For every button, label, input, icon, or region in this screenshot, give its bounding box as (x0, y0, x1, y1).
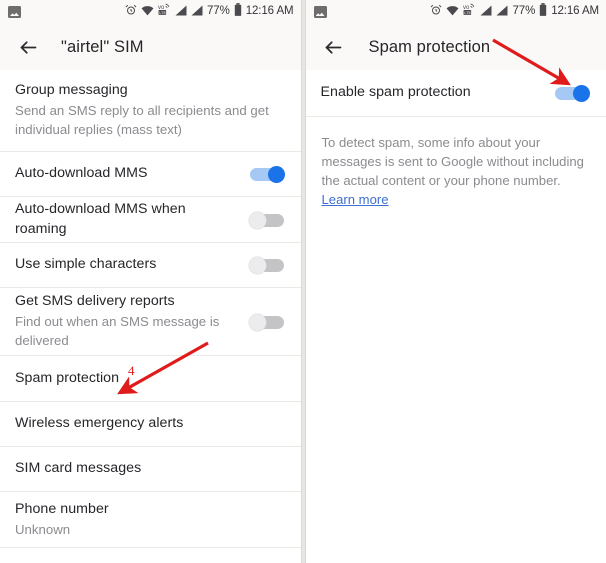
wifi-icon (446, 3, 459, 21)
status-bar-notifications (313, 6, 327, 18)
row-text-block: Use simple characters (15, 255, 249, 274)
alarm-icon (430, 3, 442, 21)
back-arrow-icon[interactable] (321, 34, 347, 60)
row-subtitle: Unknown (15, 521, 71, 537)
setting-row-sim-card-messages[interactable]: SIM card messages (0, 447, 301, 492)
svg-text:LTE: LTE (159, 11, 166, 15)
clock-time: 12:16 AM (551, 5, 599, 18)
row-text-block: SIM card messages (15, 459, 285, 478)
left-phone-screen: vo LTE 77% 12:16 AM "airtel" SIM Group m… (0, 0, 302, 563)
row-title: Auto-download MMS when roaming (15, 201, 186, 237)
volte-icon: vo LTE (463, 3, 476, 21)
battery-percent: 77% (206, 5, 230, 18)
row-text-block: Wireless emergency alerts (15, 414, 285, 433)
status-bar-system-icons: vo LTE 77% 12:16 AM (430, 3, 599, 21)
page-title: Spam protection (368, 37, 491, 56)
learn-more-link[interactable]: Learn more (322, 192, 389, 207)
toggle-thumb (248, 257, 266, 274)
row-text-block: Auto-download MMS (15, 164, 249, 183)
setting-row-auto-download-mms-roaming[interactable]: Auto-download MMS when roaming (0, 197, 301, 243)
setting-row-phone-number[interactable]: Phone number Unknown (0, 492, 301, 548)
row-title: Group messaging (15, 82, 128, 99)
wifi-icon (141, 3, 154, 21)
row-title: Get SMS delivery reports (15, 293, 175, 310)
row-title: Enable spam protection (320, 84, 471, 101)
status-bar-system-icons: vo LTE 77% 12:16 AM (125, 3, 294, 21)
battery-icon (539, 3, 547, 21)
row-title: Spam protection (15, 369, 120, 386)
toggle-thumb (248, 313, 266, 331)
clock-time: 12:16 AM (245, 5, 294, 18)
row-text-block: Auto-download MMS when roaming (15, 200, 249, 238)
sim-settings-list: Group messaging Send an SMS reply to all… (0, 70, 301, 548)
setting-row-group-messaging[interactable]: Group messaging Send an SMS reply to all… (0, 70, 301, 152)
setting-row-wireless-emergency-alerts[interactable]: Wireless emergency alerts (0, 402, 301, 447)
row-subtitle: Find out when an SMS message is delivere… (15, 314, 220, 349)
row-text-block: Spam protection (15, 369, 285, 388)
setting-row-enable-spam-protection[interactable]: Enable spam protection (305, 70, 606, 117)
battery-percent: 77% (512, 5, 536, 18)
auto-download-mms-roaming-toggle[interactable] (248, 211, 285, 229)
signal-bar-icon (191, 3, 203, 21)
toggle-thumb (573, 85, 590, 102)
volte-icon: vo LTE (158, 3, 171, 21)
row-text-block: Get SMS delivery reports Find out when a… (15, 292, 249, 351)
right-phone-screen: vo LTE 77% 12:16 AM Spam protection Enab… (304, 0, 606, 563)
app-bar-right: Spam protection (305, 24, 606, 70)
spam-protection-description: To detect spam, some info about your mes… (306, 117, 606, 210)
alarm-icon (125, 3, 137, 21)
photo-icon (313, 6, 327, 18)
page-title: "airtel" SIM (61, 37, 144, 56)
row-title: Wireless emergency alerts (15, 415, 184, 432)
app-bar-left: "airtel" SIM (0, 24, 301, 70)
battery-icon (234, 3, 242, 21)
auto-download-mms-toggle[interactable] (249, 166, 285, 183)
row-text-block: Phone number Unknown (15, 500, 285, 540)
setting-row-use-simple-characters[interactable]: Use simple characters (0, 243, 301, 288)
sms-delivery-reports-toggle[interactable] (248, 313, 285, 331)
status-bar-notifications (8, 6, 21, 18)
photo-icon (8, 6, 21, 18)
dual-screenshot-container: vo LTE 77% 12:16 AM "airtel" SIM Group m… (0, 0, 606, 563)
row-title: SIM card messages (15, 460, 142, 477)
annotation-label-4: 4 (128, 363, 135, 378)
spam-protection-list: Enable spam protection (305, 70, 606, 117)
row-text-block: Enable spam protection (321, 83, 555, 102)
signal-bar-icon (480, 3, 492, 21)
toggle-thumb (248, 211, 266, 229)
setting-row-spam-protection[interactable]: Spam protection (0, 356, 301, 402)
row-title: Auto-download MMS (15, 165, 148, 182)
use-simple-characters-toggle[interactable] (248, 257, 285, 274)
back-arrow-icon[interactable] (15, 34, 41, 60)
enable-spam-protection-toggle[interactable] (554, 85, 590, 102)
row-title: Phone number (15, 500, 109, 517)
row-text-block: Group messaging Send an SMS reply to all… (15, 81, 285, 140)
svg-text:LTE: LTE (465, 11, 472, 15)
toggle-thumb (267, 166, 285, 183)
setting-row-auto-download-mms[interactable]: Auto-download MMS (0, 152, 301, 197)
status-bar-left: vo LTE 77% 12:16 AM (0, 0, 301, 24)
status-bar-right: vo LTE 77% 12:16 AM (305, 0, 606, 24)
row-title: Use simple characters (15, 256, 157, 273)
row-subtitle: Send an SMS reply to all recipients and … (15, 103, 269, 138)
signal-bar-icon (175, 3, 187, 21)
signal-bar-icon (496, 3, 508, 21)
setting-row-sms-delivery-reports[interactable]: Get SMS delivery reports Find out when a… (0, 288, 301, 356)
description-text: To detect spam, some info about your mes… (321, 135, 584, 188)
